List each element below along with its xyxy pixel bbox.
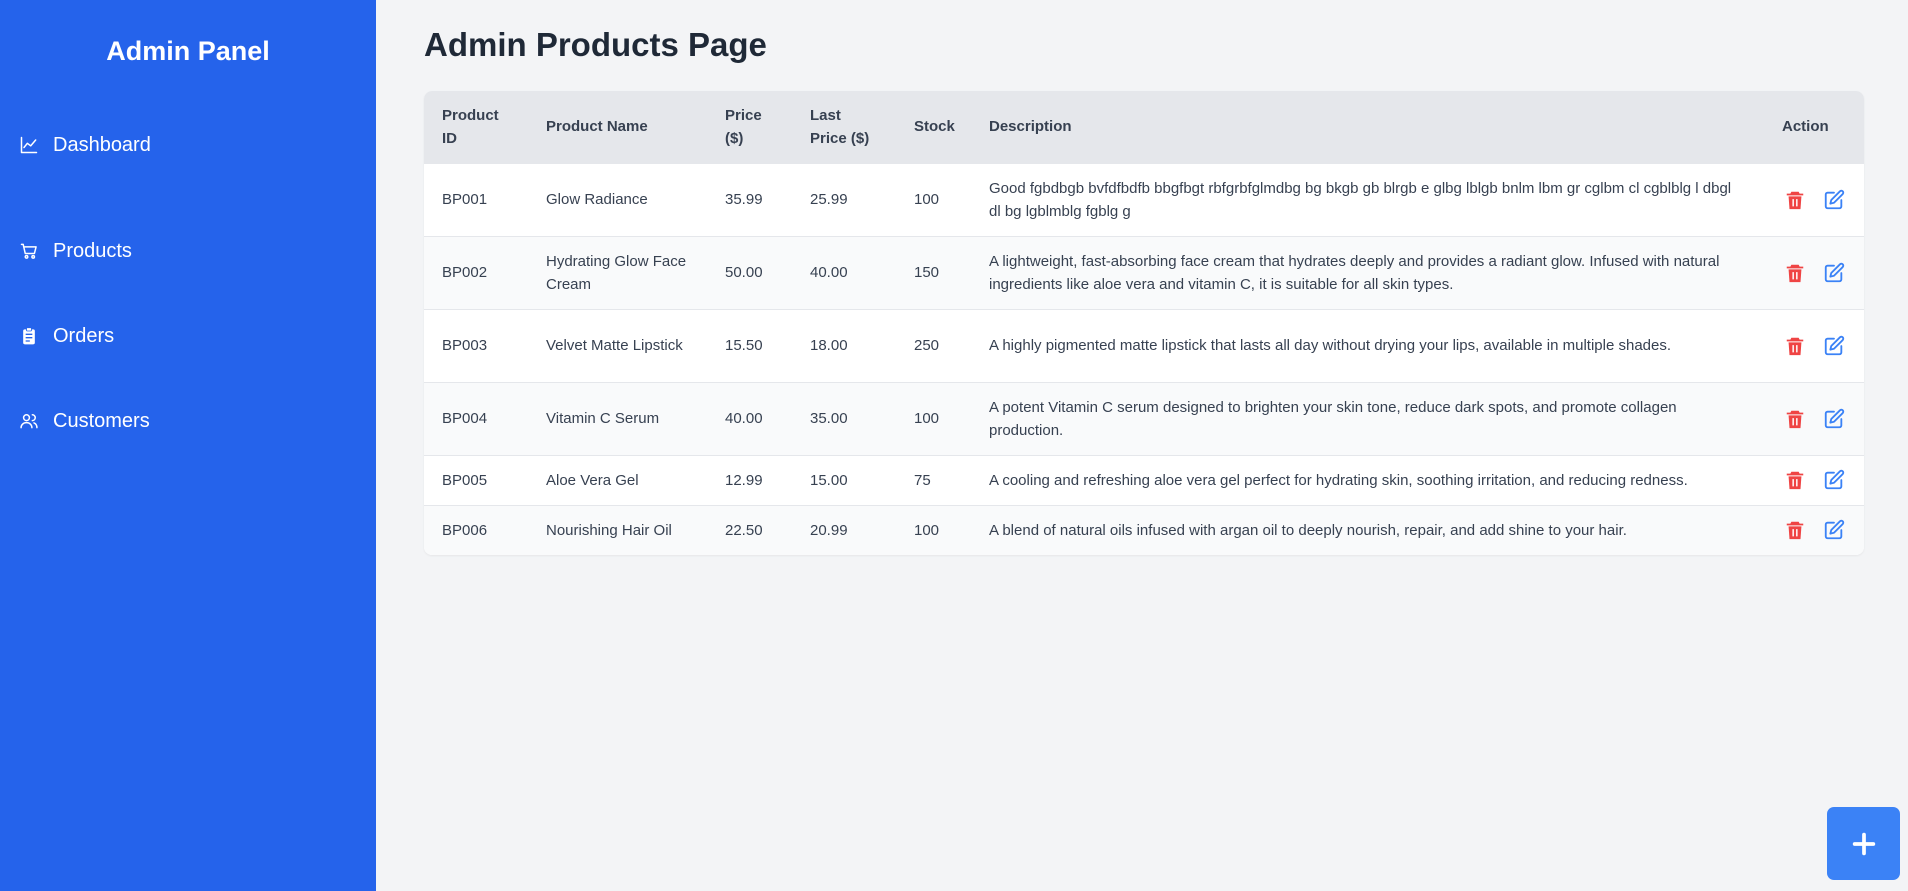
sidebar-nav: Dashboard Products Orders Customers (0, 123, 376, 463)
cell-stock: 100 (896, 162, 971, 236)
cell-product-id: BP003 (424, 308, 528, 382)
edit-icon[interactable] (1821, 406, 1846, 432)
cell-actions (1764, 504, 1864, 555)
chart-line-icon (18, 134, 40, 156)
cell-product-id: BP001 (424, 162, 528, 236)
edit-icon[interactable] (1821, 517, 1846, 543)
header-description[interactable]: Description (971, 91, 1764, 163)
cell-product-name: Velvet Matte Lipstick (528, 308, 707, 382)
table-row: BP005 Aloe Vera Gel 12.99 15.00 75 A coo… (424, 454, 1864, 505)
brand-title: Admin Panel (106, 36, 270, 66)
edit-icon[interactable] (1821, 187, 1846, 213)
cell-product-id: BP004 (424, 381, 528, 455)
main-content: Admin Products Page Product ID Product N… (376, 0, 1908, 891)
cell-price: 50.00 (707, 235, 792, 309)
table-row: BP004 Vitamin C Serum 40.00 35.00 100 A … (424, 381, 1864, 455)
cell-price: 15.50 (707, 308, 792, 382)
cell-last-price: 15.00 (792, 454, 896, 505)
plus-icon (1850, 830, 1878, 858)
sidebar-item-label: Dashboard (53, 134, 151, 156)
table-body: BP001 Glow Radiance 35.99 25.99 100 Good… (424, 162, 1864, 555)
header-action: Action (1782, 118, 1829, 136)
trash-icon[interactable] (1782, 467, 1807, 493)
cell-actions (1764, 381, 1864, 455)
clipboard-icon (18, 325, 40, 347)
cell-product-name: Nourishing Hair Oil (528, 504, 707, 555)
table-row: BP001 Glow Radiance 35.99 25.99 100 Good… (424, 162, 1864, 236)
cell-stock: 75 (896, 454, 971, 505)
header-last-price[interactable]: Last Price ($) (792, 91, 896, 163)
cell-product-name: Glow Radiance (528, 162, 707, 236)
cell-actions (1764, 454, 1864, 505)
sidebar-item-customers[interactable]: Customers (0, 378, 376, 463)
cell-last-price: 40.00 (792, 235, 896, 309)
cell-product-name: Hydrating Glow Face Cream (528, 235, 707, 309)
sidebar-item-products[interactable]: Products (0, 208, 376, 293)
cell-price: 12.99 (707, 454, 792, 505)
cell-description: A blend of natural oils infused with arg… (971, 504, 1764, 555)
cell-actions (1764, 162, 1864, 236)
page-title: Admin Products Page (424, 26, 767, 63)
cell-price: 22.50 (707, 504, 792, 555)
header-product-name[interactable]: Product Name (528, 91, 707, 163)
table-row: BP003 Velvet Matte Lipstick 15.50 18.00 … (424, 308, 1864, 382)
sidebar: Admin Panel Dashboard Products Orders Cu… (0, 0, 376, 891)
edit-icon[interactable] (1821, 260, 1846, 286)
cell-product-name: Aloe Vera Gel (528, 454, 707, 505)
cell-last-price: 20.99 (792, 504, 896, 555)
add-product-button[interactable] (1827, 807, 1900, 880)
trash-icon[interactable] (1782, 406, 1807, 432)
sidebar-item-dashboard[interactable]: Dashboard (0, 123, 376, 167)
trash-icon[interactable] (1782, 517, 1807, 543)
cell-stock: 250 (896, 308, 971, 382)
cell-product-id: BP002 (424, 235, 528, 309)
header-product-id[interactable]: Product ID (424, 91, 528, 163)
header-stock[interactable]: Stock (896, 91, 971, 163)
cell-actions (1764, 308, 1864, 382)
cell-product-id: BP005 (424, 454, 528, 505)
cell-last-price: 25.99 (792, 162, 896, 236)
sidebar-item-label: Products (53, 239, 132, 262)
cell-actions (1764, 235, 1864, 309)
table-row: BP002 Hydrating Glow Face Cream 50.00 40… (424, 235, 1864, 309)
cell-product-id: BP006 (424, 504, 528, 555)
cell-last-price: 35.00 (792, 381, 896, 455)
cell-product-name: Vitamin C Serum (528, 381, 707, 455)
cell-description: A lightweight, fast-absorbing face cream… (971, 235, 1764, 309)
cell-description: A potent Vitamin C serum designed to bri… (971, 381, 1764, 455)
header-price[interactable]: Price ($) (707, 91, 792, 163)
table-header: Product ID Product Name Price ($) Last P… (424, 91, 1864, 163)
cell-description: Good fgbdbgb bvfdfbdfb bbgfbgt rbfgrbfgl… (971, 162, 1764, 236)
cell-price: 35.99 (707, 162, 792, 236)
table-row: BP006 Nourishing Hair Oil 22.50 20.99 10… (424, 504, 1864, 555)
cell-stock: 100 (896, 504, 971, 555)
trash-icon[interactable] (1782, 333, 1807, 359)
edit-icon[interactable] (1821, 333, 1846, 359)
cell-last-price: 18.00 (792, 308, 896, 382)
products-table: Product ID Product Name Price ($) Last P… (424, 91, 1864, 555)
cart-icon (18, 240, 40, 262)
products-table-card: Product ID Product Name Price ($) Last P… (424, 91, 1864, 555)
trash-icon[interactable] (1782, 187, 1807, 213)
cell-stock: 100 (896, 381, 971, 455)
trash-icon[interactable] (1782, 260, 1807, 286)
cell-description: A cooling and refreshing aloe vera gel p… (971, 454, 1764, 505)
users-icon (18, 410, 40, 432)
sidebar-item-label: Customers (53, 409, 150, 432)
cell-description: A highly pigmented matte lipstick that l… (971, 308, 1764, 382)
edit-icon[interactable] (1821, 467, 1846, 493)
cell-price: 40.00 (707, 381, 792, 455)
sidebar-item-label: Orders (53, 324, 115, 347)
cell-stock: 150 (896, 235, 971, 309)
sidebar-item-orders[interactable]: Orders (0, 293, 376, 378)
